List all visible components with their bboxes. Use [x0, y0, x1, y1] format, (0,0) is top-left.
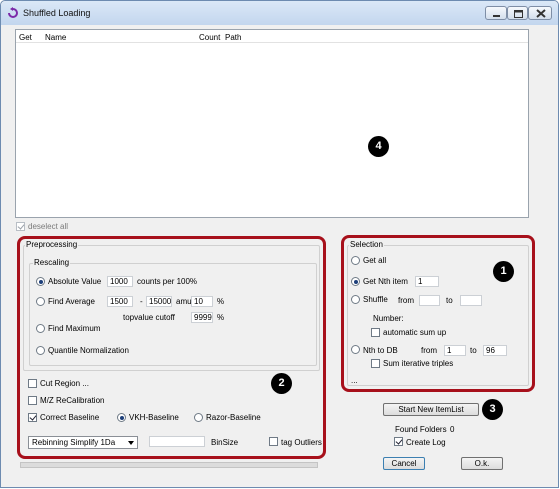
tag-outliers-checkbox[interactable]: [269, 437, 278, 446]
maximize-button[interactable]: [507, 6, 528, 20]
preprocessing-title: Preprocessing: [25, 240, 79, 249]
razor-baseline-label: Razor-Baseline: [206, 413, 261, 422]
shuffle-radio[interactable]: [351, 295, 360, 304]
annotation-badge-3: 3: [482, 399, 503, 420]
amu-label: amu: [176, 297, 192, 306]
absolute-value-radio[interactable]: [36, 277, 45, 286]
get-nth-item-label: Get Nth item: [363, 277, 408, 286]
absolute-value-label: Absolute Value: [48, 277, 102, 286]
automatic-sum-up-checkbox[interactable]: [371, 328, 380, 337]
header-divider: [16, 42, 528, 43]
find-average-to-input[interactable]: 15000: [146, 296, 172, 307]
deselect-all-label: deselect all: [28, 222, 69, 231]
cancel-button[interactable]: Cancel: [383, 457, 425, 470]
get-nth-item-input[interactable]: 1: [415, 276, 439, 287]
create-log-checkbox[interactable]: [394, 437, 403, 446]
get-all-label: Get all: [363, 256, 387, 265]
topvalue-cutoff-label: topvalue cutoff: [123, 313, 175, 322]
nth-to-db-radio[interactable]: [351, 345, 360, 354]
find-maximum-radio[interactable]: [36, 324, 45, 333]
ok-button[interactable]: O.k.: [461, 457, 503, 470]
minimize-icon: [493, 15, 500, 17]
find-average-radio[interactable]: [36, 297, 45, 306]
nth-to-db-label: Nth to DB: [363, 346, 398, 355]
binsize-label: BinSize: [211, 438, 239, 447]
found-folders-value: 0: [450, 425, 455, 434]
shuffle-from-input[interactable]: [419, 295, 440, 306]
rebinning-selected-value: Rebinning Simplify 1Da: [32, 438, 116, 447]
rebinning-dropdown[interactable]: Rebinning Simplify 1Da: [28, 436, 138, 449]
razor-baseline-radio[interactable]: [194, 413, 203, 422]
nth-to-db-from-input[interactable]: 1: [444, 345, 466, 356]
cut-region-label: Cut Region ...: [40, 379, 89, 388]
close-icon: [536, 9, 546, 18]
tag-outliers-label: tag Outliers: [281, 438, 322, 447]
column-header-count[interactable]: Count: [199, 33, 220, 42]
annotation-badge-2: 2: [271, 373, 292, 394]
found-folders-label: Found Folders: [395, 425, 447, 434]
number-label: Number:: [373, 314, 404, 323]
shuffle-to-input[interactable]: [460, 295, 482, 306]
quantile-normalization-label: Quantile Normalization: [48, 346, 129, 355]
rescaling-title: Rescaling: [33, 258, 71, 267]
automatic-sum-up-label: automatic sum up: [383, 328, 447, 337]
absolute-value-input[interactable]: 1000: [107, 276, 133, 287]
chevron-down-icon: [128, 441, 134, 445]
mz-recalibration-checkbox[interactable]: [28, 396, 37, 405]
nth-to-db-to-label: to: [470, 346, 477, 355]
window-title: Shuffled Loading: [23, 8, 91, 18]
app-icon: [8, 7, 18, 18]
close-button[interactable]: [528, 6, 552, 20]
get-all-radio[interactable]: [351, 256, 360, 265]
nth-to-db-to-input[interactable]: 96: [483, 345, 507, 356]
find-average-label: Find Average: [48, 297, 95, 306]
find-maximum-label: Find Maximum: [48, 324, 101, 333]
vkh-baseline-radio[interactable]: [117, 413, 126, 422]
find-average-percent-input[interactable]: 10: [191, 296, 213, 307]
create-log-label: Create Log: [406, 438, 446, 447]
range-dash: -: [140, 297, 143, 306]
topvalue-cutoff-input[interactable]: 9999: [191, 312, 213, 323]
shuffle-to-label: to: [446, 296, 453, 305]
mz-recalibration-label: M/Z ReCalibration: [40, 396, 105, 405]
shuffle-from-label: from: [398, 296, 414, 305]
shuffle-label: Shuffle: [363, 295, 388, 304]
maximize-icon: [514, 10, 523, 18]
horizontal-scrollbar[interactable]: [20, 462, 318, 468]
binsize-input[interactable]: [149, 436, 205, 447]
application-window: Shuffled Loading Get Name Count Path 4 d…: [0, 0, 559, 488]
nth-to-db-from-label: from: [421, 346, 437, 355]
cut-region-checkbox[interactable]: [28, 379, 37, 388]
title-bar[interactable]: Shuffled Loading: [1, 1, 558, 25]
selection-title: Selection: [349, 240, 384, 249]
annotation-badge-1: 1: [493, 261, 514, 282]
start-new-itemlist-button[interactable]: Start New ItemList: [383, 403, 479, 416]
deselect-all-checkbox[interactable]: [16, 222, 25, 231]
vkh-baseline-label: VKH-Baseline: [129, 413, 179, 422]
sum-iterative-triples-checkbox[interactable]: [371, 359, 380, 368]
correct-baseline-checkbox[interactable]: [28, 413, 37, 422]
column-header-name[interactable]: Name: [45, 33, 66, 42]
column-header-get[interactable]: Get: [19, 33, 32, 42]
sum-iterative-triples-label: Sum iterative triples: [383, 359, 454, 368]
quantile-normalization-radio[interactable]: [36, 346, 45, 355]
topvalue-percent-sign: %: [217, 313, 225, 322]
annotation-badge-4: 4: [368, 136, 389, 157]
get-nth-item-radio[interactable]: [351, 277, 360, 286]
correct-baseline-label: Correct Baseline: [40, 413, 100, 422]
column-header-path[interactable]: Path: [225, 33, 241, 42]
counts-per-100-label: counts per 100%: [137, 277, 198, 286]
find-average-from-input[interactable]: 1500: [107, 296, 133, 307]
percent-sign: %: [217, 297, 225, 306]
file-list[interactable]: Get Name Count Path: [15, 29, 529, 218]
minimize-button[interactable]: [485, 6, 507, 20]
selection-more-text: ...: [351, 376, 358, 385]
